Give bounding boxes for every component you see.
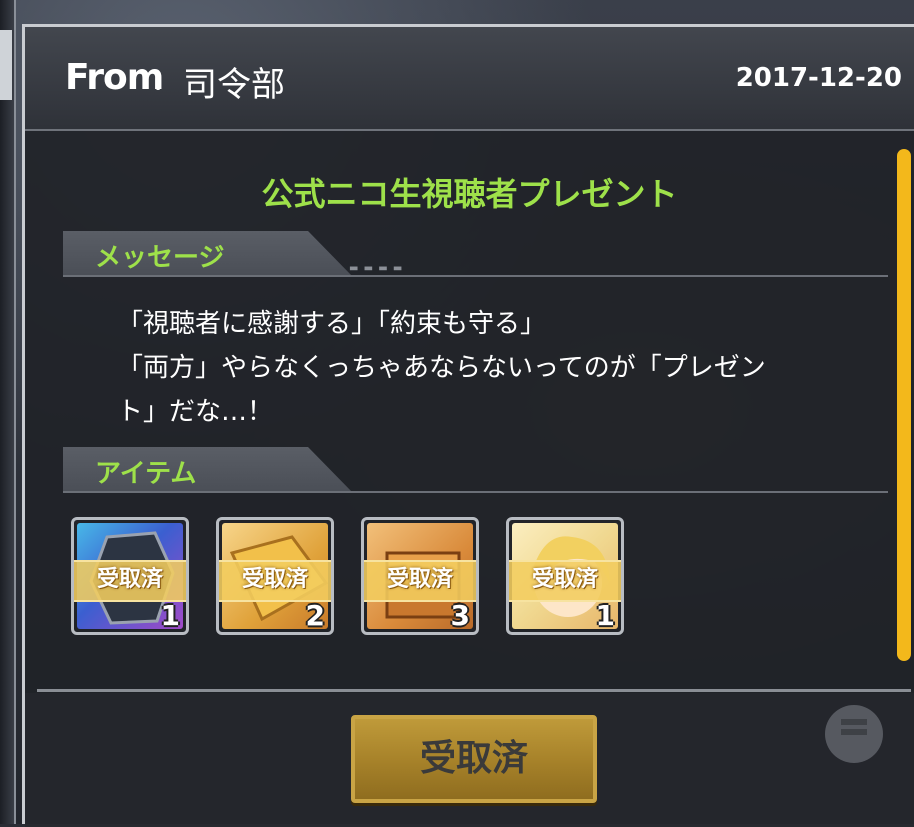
item-quantity: 2 (305, 599, 325, 632)
chat-icon[interactable] (825, 705, 883, 763)
reward-item[interactable]: 受取済 1 (71, 517, 189, 635)
mail-date: 2017-12-20 (735, 63, 902, 93)
claimed-stamp: 受取済 (509, 560, 621, 602)
mail-title: 公式ニコ生視聴者プレゼント (261, 175, 678, 213)
claimed-stamp: 受取済 (74, 560, 186, 602)
claimed-stamp: 受取済 (219, 560, 331, 602)
item-quantity: 3 (450, 599, 470, 632)
items-section-label: アイテム (95, 459, 197, 489)
reward-item[interactable]: 受取済 2 (216, 517, 334, 635)
message-section-label: メッセージ (95, 243, 225, 273)
background-panel-tab (0, 30, 12, 100)
section-dashes-decoration: ▬ ▬ ▬ ▬ (349, 263, 404, 274)
reward-item[interactable]: 受取済 3 (361, 517, 479, 635)
scrollbar[interactable] (897, 149, 911, 661)
claimed-stamp: 受取済 (364, 560, 476, 602)
from-separator: : (153, 63, 164, 98)
message-line: 「両方」やらなくっちゃあならないってのが「プレゼン (117, 353, 766, 383)
claim-button[interactable]: 受取済 (351, 715, 597, 803)
from-label: From (65, 57, 164, 98)
reward-item[interactable]: 受取済 1 (506, 517, 624, 635)
items-section-header: アイテム (63, 447, 888, 493)
item-quantity: 1 (160, 599, 180, 632)
background-panel-edge (0, 0, 16, 824)
sender-name: 司令部 (183, 65, 285, 105)
section-divider (63, 275, 888, 277)
mail-dialog: From : 司令部 2017-12-20 公式ニコ生視聴者プレゼント ▬ ▬ … (22, 24, 914, 827)
item-quantity: 1 (595, 599, 615, 632)
message-line: ト」だな…！ (117, 397, 274, 427)
footer-divider (37, 689, 911, 692)
mail-header: From : 司令部 2017-12-20 (25, 27, 914, 131)
message-section-header: ▬ ▬ ▬ ▬ メッセージ (63, 231, 888, 277)
message-line: 「視聴者に感謝する」「約束も守る」 (117, 309, 547, 339)
section-divider (63, 491, 888, 493)
mail-message: 「視聴者に感謝する」「約束も守る」 「両方」やらなくっちゃあならないってのが「プ… (117, 302, 877, 434)
